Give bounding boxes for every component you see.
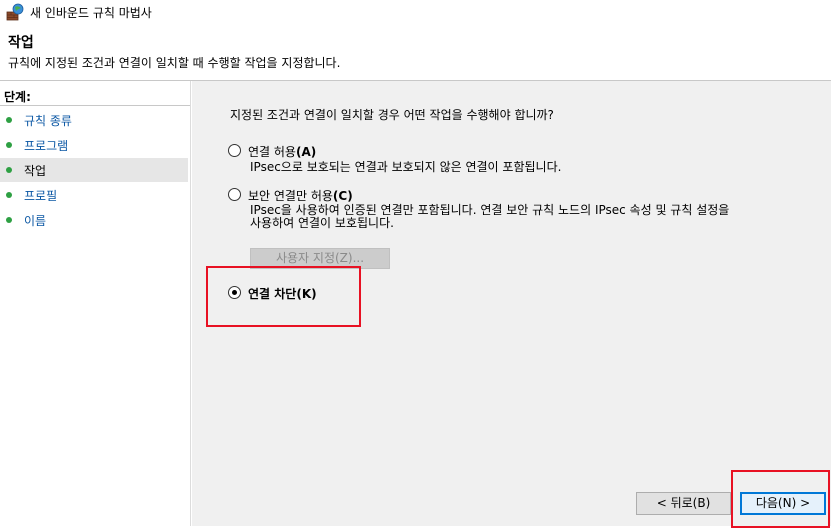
step-label: 규칙 종류 bbox=[24, 114, 72, 128]
allow-secure-description: IPsec을 사용하여 인증된 연결만 포함됩니다. 연결 보안 규칙 노드의 … bbox=[250, 204, 729, 230]
step-profile[interactable]: 프로필 bbox=[0, 183, 188, 207]
allow-connection-mnemonic: (A) bbox=[295, 145, 317, 159]
allow-secure-radio[interactable] bbox=[228, 188, 241, 201]
page-title: 작업 bbox=[8, 35, 34, 51]
step-action[interactable]: 작업 bbox=[0, 158, 188, 182]
action-question: 지정된 조건과 연결이 일치할 경우 어떤 작업을 수행해야 합니까? bbox=[230, 108, 554, 122]
steps-divider bbox=[0, 105, 190, 106]
title-bar: 새 인바운드 규칙 마법사 bbox=[0, 0, 831, 26]
allow-connection-description: IPsec으로 보호되는 연결과 보호되지 않은 연결이 포함됩니다. bbox=[250, 161, 561, 174]
next-button-highlight bbox=[731, 470, 830, 528]
wizard-header: 작업 규칙에 지정된 조건과 연결이 일치할 때 수행할 작업을 지정합니다. bbox=[0, 26, 831, 78]
step-label: 프로필 bbox=[24, 189, 58, 203]
back-button[interactable]: < 뒤로(B) bbox=[636, 492, 731, 515]
description-line: 사용하여 연결이 보호됩니다. bbox=[250, 216, 394, 230]
block-option-highlight bbox=[206, 266, 361, 327]
step-status-icon bbox=[6, 217, 12, 223]
firewall-wizard-icon bbox=[6, 3, 24, 21]
step-status-icon bbox=[6, 167, 12, 173]
step-program[interactable]: 프로그램 bbox=[0, 133, 188, 157]
window-title: 새 인바운드 규칙 마법사 bbox=[30, 6, 152, 20]
step-label: 작업 bbox=[24, 164, 47, 178]
step-label: 프로그램 bbox=[24, 139, 69, 153]
allow-connection-radio[interactable] bbox=[228, 144, 241, 157]
step-status-icon bbox=[6, 142, 12, 148]
allow-secure-mnemonic: (C) bbox=[332, 189, 353, 203]
page-description: 규칙에 지정된 조건과 연결이 일치할 때 수행할 작업을 지정합니다. bbox=[8, 56, 341, 70]
step-rule-type[interactable]: 규칙 종류 bbox=[0, 108, 188, 132]
allow-connection-label: 연결 허용 bbox=[248, 145, 296, 159]
step-status-icon bbox=[6, 192, 12, 198]
description-line: IPsec으로 보호되는 연결과 보호되지 않은 연결이 포함됩니다. bbox=[250, 160, 562, 174]
allow-secure-label: 보안 연결만 허용 bbox=[248, 189, 333, 203]
step-label: 이름 bbox=[24, 214, 47, 228]
step-status-icon bbox=[6, 117, 12, 123]
steps-panel: 단계: 규칙 종류 프로그램 작업 프로필 이름 bbox=[0, 81, 191, 526]
step-name[interactable]: 이름 bbox=[0, 208, 188, 232]
steps-label: 단계: bbox=[4, 90, 31, 104]
